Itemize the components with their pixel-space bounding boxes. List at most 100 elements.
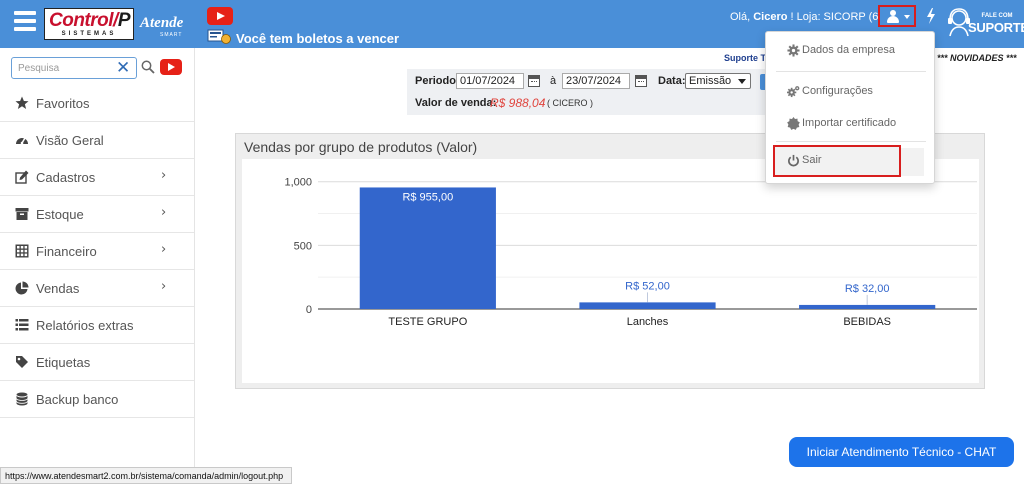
support-fale-label: FALE COM bbox=[981, 13, 1013, 19]
x-tick-label: Lanches bbox=[627, 316, 669, 328]
youtube-icon[interactable] bbox=[160, 59, 182, 75]
user-dropdown-menu: Dados da empresa Configurações Importar … bbox=[765, 31, 935, 184]
sidebar-item-label: Estoque bbox=[36, 207, 84, 222]
sidebar-item-estoque[interactable]: Estoque › bbox=[0, 196, 194, 233]
sidebar-item-label: Vendas bbox=[36, 281, 80, 296]
chevron-right-icon: › bbox=[161, 168, 167, 183]
tags-icon bbox=[16, 356, 28, 368]
valor-venda-user: ( CICERO ) bbox=[547, 98, 593, 108]
controlp-logo[interactable]: Control/P SISTEMAS bbox=[44, 8, 134, 40]
sidebar-item-label: Financeiro bbox=[36, 244, 97, 259]
logo-subtitle: SISTEMAS bbox=[61, 31, 117, 37]
boleto-alert[interactable]: Você tem boletos a vencer bbox=[236, 31, 399, 46]
user-menu-button[interactable] bbox=[878, 5, 916, 27]
menu-item-label: Configurações bbox=[802, 85, 873, 97]
calendar-icon[interactable] bbox=[635, 75, 647, 87]
menu-item-configuracoes[interactable]: Configurações bbox=[766, 80, 934, 104]
chat-support-button[interactable]: Iniciar Atendimento Técnico - CHAT bbox=[789, 437, 1014, 467]
data-label: R$ 32,00 bbox=[845, 283, 890, 295]
star-icon bbox=[15, 96, 29, 109]
sidebar-item-financeiro[interactable]: Financeiro › bbox=[0, 233, 194, 270]
sidebar-item-cadastros[interactable]: Cadastros › bbox=[0, 159, 194, 196]
sidebar-item-etiquetas[interactable]: Etiquetas bbox=[0, 344, 194, 381]
menu-item-dados-empresa[interactable]: Dados da empresa bbox=[766, 39, 934, 63]
browser-status-url: https://www.atendesmart2.com.br/sistema/… bbox=[0, 467, 292, 484]
sidebar-item-favoritos[interactable]: Favoritos bbox=[0, 85, 194, 122]
chevron-down-icon bbox=[738, 79, 746, 84]
menu-divider bbox=[776, 71, 926, 72]
x-tick-label: TESTE GRUPO bbox=[388, 316, 467, 328]
suporte-link[interactable]: Suporte T bbox=[724, 53, 766, 63]
support-label[interactable]: SUPORTE bbox=[968, 20, 1024, 35]
filter-bar: Periodo: 01/07/2024 à 23/07/2024 Data: E… bbox=[407, 69, 767, 115]
sidebar-search: ✕ bbox=[11, 57, 137, 79]
sidebar-item-label: Relatórios extras bbox=[36, 318, 134, 333]
novidades-link[interactable]: *** NOVIDADES *** bbox=[937, 53, 1017, 63]
calculator-icon bbox=[15, 244, 29, 258]
sidebar: ✕ Favoritos Visão Geral Cadastros › Esto… bbox=[0, 48, 195, 484]
chevron-right-icon: › bbox=[161, 279, 167, 294]
menu-item-importar-certificado[interactable]: Importar certificado bbox=[766, 112, 934, 136]
bar bbox=[799, 304, 936, 309]
y-tick-label: 500 bbox=[294, 240, 312, 252]
sidebar-item-backup-banco[interactable]: Backup banco bbox=[0, 381, 194, 418]
chart-panel-title: Vendas por grupo de produtos (Valor) bbox=[244, 139, 478, 155]
date-from-input[interactable]: 01/07/2024 bbox=[456, 73, 524, 89]
sidebar-menu: Favoritos Visão Geral Cadastros › Estoqu… bbox=[0, 85, 194, 418]
y-tick-label: 0 bbox=[306, 304, 312, 316]
data-type-select[interactable]: Emissão bbox=[685, 73, 751, 89]
chart-area: 0 500 1,000 R$ 955,00 TESTE GRUPO R$ 52,00 Lan… bbox=[242, 159, 979, 383]
list-icon bbox=[15, 319, 29, 331]
date-to-input[interactable]: 23/07/2024 bbox=[562, 73, 630, 89]
user-greeting: Olá, Cicero ! Loja: SICORP (660) bbox=[730, 11, 895, 23]
data-label: R$ 955,00 bbox=[402, 191, 453, 203]
valor-venda-label: Valor de venda: bbox=[415, 97, 497, 109]
sidebar-item-vendas[interactable]: Vendas › bbox=[0, 270, 194, 307]
certificate-icon bbox=[787, 117, 800, 130]
menu-item-sair[interactable]: Sair bbox=[766, 149, 934, 173]
archive-icon bbox=[15, 208, 29, 220]
data-type-value: Emissão bbox=[689, 75, 732, 87]
y-tick-label: 1,000 bbox=[284, 177, 312, 189]
menu-divider bbox=[776, 141, 926, 142]
atende-smart-sub: SMART bbox=[160, 32, 183, 38]
bolt-icon[interactable] bbox=[926, 8, 936, 24]
sidebar-item-label: Etiquetas bbox=[36, 355, 91, 370]
x-tick-label: BEBIDAS bbox=[843, 316, 891, 328]
boleto-icon bbox=[207, 29, 231, 44]
sidebar-item-label: Cadastros bbox=[36, 170, 96, 185]
chevron-right-icon: › bbox=[161, 205, 167, 220]
dashboard-icon bbox=[16, 137, 28, 145]
menu-item-label: Sair bbox=[802, 154, 822, 166]
chevron-right-icon: › bbox=[161, 242, 167, 257]
bar bbox=[579, 302, 716, 309]
sidebar-item-relatorios-extras[interactable]: Relatórios extras bbox=[0, 307, 194, 344]
hamburger-menu-icon[interactable] bbox=[14, 11, 36, 31]
calendar-icon[interactable] bbox=[528, 75, 540, 87]
data-label: R$ 52,00 bbox=[625, 280, 670, 292]
sidebar-item-label: Favoritos bbox=[36, 96, 90, 111]
periodo-label: Periodo: bbox=[415, 75, 460, 87]
sidebar-item-label: Backup banco bbox=[36, 392, 119, 407]
valor-venda-value: R$ 988,04 bbox=[490, 96, 546, 110]
menu-item-label: Importar certificado bbox=[802, 117, 897, 129]
caret-down-icon bbox=[904, 15, 910, 19]
database-icon bbox=[16, 392, 28, 406]
gears-icon bbox=[787, 86, 800, 98]
logo-wordmark: Control/P bbox=[49, 10, 131, 31]
between-label: à bbox=[550, 75, 557, 87]
edit-icon bbox=[15, 170, 29, 184]
gear-icon bbox=[787, 44, 800, 57]
sidebar-item-visao-geral[interactable]: Visão Geral bbox=[0, 122, 194, 159]
atende-smart-logo: Atende bbox=[140, 15, 184, 31]
data-type-label: Data: bbox=[658, 75, 686, 87]
pie-chart-icon bbox=[15, 281, 29, 295]
bar bbox=[359, 187, 496, 309]
power-icon bbox=[788, 154, 799, 167]
search-icon[interactable] bbox=[141, 60, 155, 74]
sidebar-item-label: Visão Geral bbox=[36, 133, 104, 148]
youtube-icon[interactable] bbox=[207, 7, 233, 25]
clear-search-icon[interactable]: ✕ bbox=[116, 60, 130, 77]
menu-item-label: Dados da empresa bbox=[802, 44, 895, 56]
search-input[interactable] bbox=[18, 61, 108, 75]
